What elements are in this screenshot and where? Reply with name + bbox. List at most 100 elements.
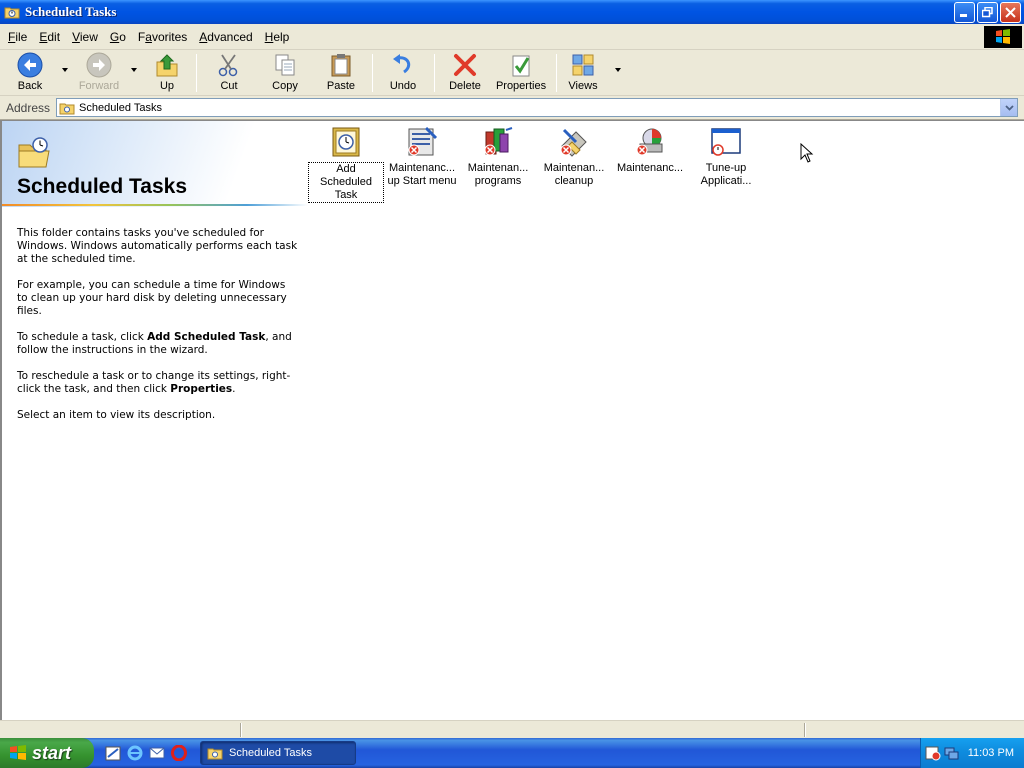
add-task-icon [332, 127, 360, 157]
menu-advanced[interactable]: Advanced [193, 30, 258, 44]
menu-go[interactable]: Go [104, 30, 132, 44]
cut-button[interactable]: Cut [214, 52, 244, 94]
task-maintenance-programs[interactable]: Maintenan... programs [460, 125, 536, 188]
task-label: Maintenanc... [616, 162, 684, 174]
delete-x-icon [454, 54, 476, 76]
opera-icon [171, 745, 187, 761]
task-label: Maintenan... cleanup [543, 162, 605, 187]
chevron-down-icon [1004, 104, 1014, 111]
folder-up-icon [156, 54, 178, 77]
email-icon [149, 747, 165, 759]
window-title: Scheduled Tasks [25, 4, 117, 19]
folder-description: This folder contains tasks you've schedu… [17, 227, 299, 435]
menu-help[interactable]: Help [259, 30, 296, 44]
quicklaunch-scheduler[interactable] [104, 744, 122, 762]
minimize-icon [960, 14, 967, 17]
quicklaunch-opera[interactable] [170, 744, 188, 762]
restore-button[interactable] [977, 2, 998, 23]
scheduler-icon [105, 746, 121, 761]
task-add-scheduled-task[interactable]: Add Scheduled Task [308, 125, 384, 203]
menu-bar: File Edit View Go Favorites Advanced Hel… [0, 24, 1024, 50]
task-maintenance-disk[interactable]: Maintenanc... [612, 125, 688, 175]
address-value: Scheduled Tasks [79, 101, 162, 114]
system-tray: 11:03 PM [920, 738, 1024, 768]
desc-paragraph: This folder contains tasks you've schedu… [17, 227, 298, 265]
start-button[interactable]: start [0, 738, 94, 768]
mouse-cursor-icon [800, 143, 814, 163]
folder-title: Scheduled Tasks [17, 175, 188, 198]
content-area: Scheduled Tasks This folder contains tas… [0, 120, 1024, 720]
system-clock[interactable]: 11:03 PM [968, 747, 1014, 759]
views-button[interactable]: Views [566, 52, 600, 94]
taskbar-window-label: Scheduled Tasks [229, 747, 312, 759]
copy-icon [275, 54, 295, 76]
web-view-pane: Scheduled Tasks This folder contains tas… [2, 121, 310, 720]
address-label: Address [6, 100, 51, 115]
undo-button[interactable]: Undo [388, 52, 418, 94]
delete-button[interactable]: Delete [448, 52, 482, 94]
clipboard-icon [331, 54, 351, 77]
windows-logo [984, 26, 1022, 48]
restore-icon [982, 7, 993, 18]
quicklaunch-outlook[interactable] [148, 744, 166, 762]
address-bar: Address Scheduled Tasks [0, 96, 1024, 120]
start-label: start [32, 742, 72, 763]
menu-view[interactable]: View [66, 30, 104, 44]
close-button[interactable] [1000, 2, 1021, 23]
task-maintenance-start-menu[interactable]: Maintenanc... up Start menu [384, 125, 460, 188]
forward-dropdown[interactable] [131, 68, 137, 72]
properties-button[interactable]: Properties [496, 52, 546, 94]
network-tray-icon[interactable] [943, 745, 959, 761]
task-label: Maintenan... programs [467, 162, 529, 187]
copy-button[interactable]: Copy [268, 52, 302, 94]
desc-paragraph: To reschedule a task or to change its se… [17, 370, 291, 395]
maintenance-cleanup-icon [560, 128, 587, 157]
undo-icon [393, 54, 411, 74]
minimize-button[interactable] [954, 2, 975, 23]
toolbar: Back Forward Up Cut Copy Paste Undo Dele… [0, 50, 1024, 96]
folder-clock-icon [4, 7, 20, 19]
address-dropdown[interactable] [1000, 99, 1017, 116]
back-arrow-icon [17, 52, 43, 78]
back-button[interactable]: Back [12, 52, 48, 94]
task-scheduler-tray-icon[interactable] [925, 745, 941, 761]
folder-clock-icon [59, 103, 75, 114]
menu-favorites[interactable]: Favorites [132, 30, 193, 44]
forward-button[interactable]: Forward [76, 52, 122, 94]
views-dropdown[interactable] [615, 68, 621, 72]
task-label: Tune-up Applicati... [700, 162, 752, 187]
task-maintenance-cleanup[interactable]: Maintenan... cleanup [536, 125, 612, 188]
desc-paragraph: To schedule a task, click Add Scheduled … [17, 331, 292, 356]
internet-explorer-icon [127, 745, 143, 761]
windows-flag-icon [996, 29, 1010, 44]
paste-button[interactable]: Paste [324, 52, 358, 94]
taskbar-window-scheduled-tasks[interactable]: Scheduled Tasks [200, 741, 356, 765]
scissors-icon [218, 54, 238, 77]
forward-arrow-icon [86, 52, 112, 78]
taskbar: start Scheduled Tasks 11:03 PM [0, 738, 1024, 768]
status-bar [0, 720, 1024, 738]
up-button[interactable]: Up [152, 52, 182, 94]
windows-flag-icon [10, 745, 26, 760]
quicklaunch-ie[interactable] [126, 744, 144, 762]
desc-paragraph: Select an item to view its description. [17, 409, 216, 421]
folder-clock-icon [207, 748, 223, 760]
address-input[interactable]: Scheduled Tasks [56, 98, 1018, 117]
task-label: Add Scheduled Task [308, 162, 384, 203]
properties-icon [512, 55, 530, 77]
maintenance-disk-icon [636, 128, 663, 156]
task-label: Maintenanc... up Start menu [387, 162, 457, 187]
desc-paragraph: For example, you can schedule a time for… [17, 279, 287, 317]
back-dropdown[interactable] [62, 68, 68, 72]
maintenance-programs-icon [484, 127, 513, 156]
banner-divider [2, 204, 308, 206]
scheduled-tasks-folder-icon [18, 137, 50, 168]
menu-file[interactable]: File [2, 30, 33, 44]
menu-edit[interactable]: Edit [33, 30, 66, 44]
task-tune-up-applications[interactable]: Tune-up Applicati... [688, 125, 764, 188]
tune-up-icon [711, 128, 741, 156]
title-bar[interactable]: Scheduled Tasks [0, 0, 1024, 24]
close-icon [1005, 7, 1016, 18]
maintenance-startmenu-icon [408, 126, 438, 156]
views-grid-icon [572, 54, 594, 76]
